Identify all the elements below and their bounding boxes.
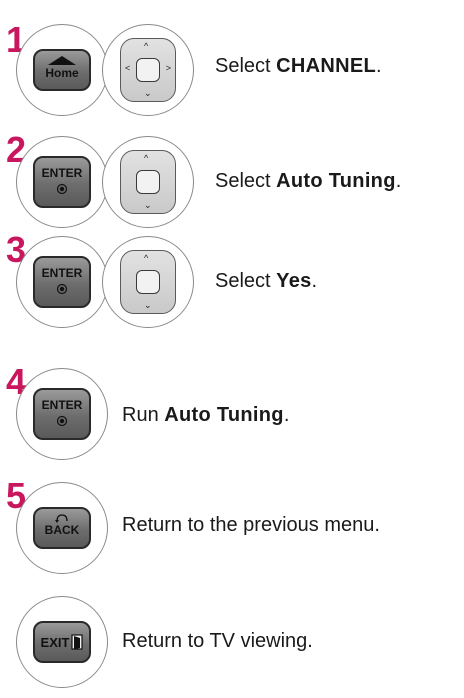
enter-button[interactable]: ENTER <box>33 156 91 208</box>
home-icon <box>48 56 76 65</box>
enter-dot-icon <box>56 415 68 427</box>
dpad-4way[interactable]: ^ ⌄ < > <box>120 38 176 102</box>
exit-button[interactable]: EXIT <box>33 621 91 663</box>
step-exit: EXIT Return to TV viewing. <box>0 592 464 692</box>
enter-button-circle: ENTER <box>16 136 108 228</box>
home-button[interactable]: Home <box>33 49 91 91</box>
down-arrow-icon: ⌄ <box>144 88 152 98</box>
step-2: 2 ENTER ^ ⌄ Select Auto Tuning. <box>0 112 464 228</box>
dpad-circle: ^ ⌄ <box>102 236 194 328</box>
up-arrow-icon: ^ <box>144 153 149 163</box>
left-arrow-icon: < <box>125 63 131 73</box>
step-instruction: Return to the previous menu. <box>122 514 380 536</box>
up-arrow-icon: ^ <box>144 253 149 263</box>
dpad-center <box>136 58 160 82</box>
step-5: 5 BACK Return to the previous menu. <box>0 478 464 578</box>
step-4: 4 ENTER Run Auto Tuning. <box>0 364 464 464</box>
dpad-center <box>136 170 160 194</box>
back-button-label: BACK <box>44 523 80 537</box>
dpad-circle: ^ ⌄ < > <box>102 24 194 116</box>
dpad-center <box>136 270 160 294</box>
enter-button-label: ENTER <box>41 266 83 280</box>
step-instruction: Select Auto Tuning. <box>215 170 402 192</box>
enter-button[interactable]: ENTER <box>33 388 91 440</box>
enter-button-circle: ENTER <box>16 368 108 460</box>
step-instruction: Select CHANNEL. <box>215 55 382 77</box>
home-button-label: Home <box>45 66 79 80</box>
down-arrow-icon: ⌄ <box>144 300 152 310</box>
enter-button-circle: ENTER <box>16 236 108 328</box>
dpad-updown[interactable]: ^ ⌄ <box>120 250 176 314</box>
back-button[interactable]: BACK <box>33 507 91 549</box>
step-instruction: Run Auto Tuning. <box>122 404 290 426</box>
enter-button-label: ENTER <box>41 398 83 412</box>
right-arrow-icon: > <box>165 63 171 73</box>
exit-button-label: EXIT <box>40 634 70 650</box>
up-arrow-icon: ^ <box>144 41 149 51</box>
enter-button[interactable]: ENTER <box>33 256 91 308</box>
step-1: 1 Home ^ ⌄ < > Select CHANNEL. <box>0 0 464 116</box>
exit-button-circle: EXIT <box>16 596 108 688</box>
home-button-circle: Home <box>16 24 108 116</box>
exit-door-icon <box>71 634 84 650</box>
back-arrow-icon <box>55 514 68 523</box>
step-3: 3 ENTER ^ ⌄ Select Yes. <box>0 232 464 342</box>
enter-button-label: ENTER <box>41 166 83 180</box>
enter-dot-icon <box>56 183 68 195</box>
enter-dot-icon <box>56 283 68 295</box>
dpad-circle: ^ ⌄ <box>102 136 194 228</box>
step-instruction: Return to TV viewing. <box>122 630 313 652</box>
step-instruction: Select Yes. <box>215 270 318 292</box>
down-arrow-icon: ⌄ <box>144 200 152 210</box>
back-button-circle: BACK <box>16 482 108 574</box>
dpad-updown[interactable]: ^ ⌄ <box>120 150 176 214</box>
